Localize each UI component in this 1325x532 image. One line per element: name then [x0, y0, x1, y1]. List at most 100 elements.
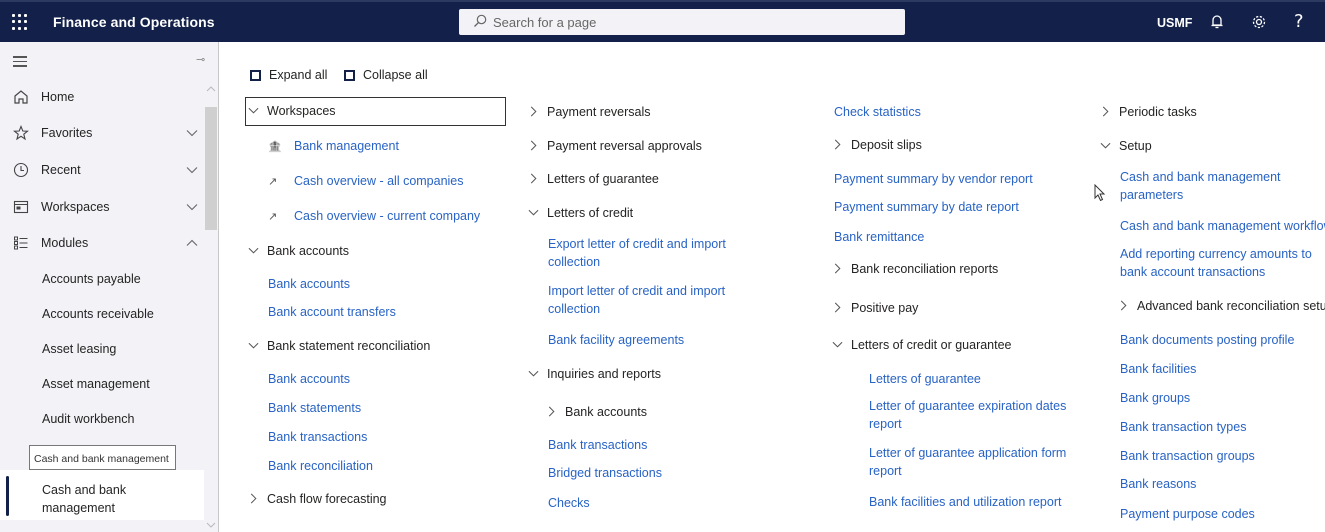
- subgroup-header-advanced-bank-reconciliation-setup[interactable]: Advanced bank reconciliation setup: [1118, 299, 1325, 313]
- chevron-right-icon[interactable]: [528, 173, 539, 184]
- scroll-up-icon[interactable]: [206, 85, 216, 93]
- link-bank-reconciliation[interactable]: Bank reconciliation: [268, 459, 373, 473]
- chevron-down-icon[interactable]: [832, 339, 843, 350]
- search-box[interactable]: [459, 9, 905, 35]
- link-bank-remittance[interactable]: Bank remittance: [834, 230, 924, 244]
- link-check-statistics[interactable]: Check statistics: [834, 105, 921, 119]
- link-bank-account-transfers[interactable]: Bank account transfers: [268, 305, 396, 319]
- chevron-right-icon[interactable]: [832, 139, 843, 150]
- chevron-down-icon[interactable]: [186, 129, 198, 137]
- chevron-right-icon[interactable]: [832, 302, 843, 313]
- workspace-link-bank-management[interactable]: 🏦 Bank management: [268, 139, 399, 153]
- scroll-down-icon[interactable]: [206, 521, 216, 529]
- nav-item-workspaces[interactable]: Workspaces: [0, 192, 204, 222]
- gear-icon[interactable]: [1250, 13, 1268, 31]
- link-bank-accounts[interactable]: Bank accounts: [268, 277, 350, 291]
- chevron-down-icon[interactable]: [186, 203, 198, 211]
- chevron-down-icon[interactable]: [248, 340, 259, 351]
- subgroup-header-deposit-slips[interactable]: Deposit slips: [832, 138, 922, 152]
- link-bank-accounts[interactable]: Bank accounts: [268, 372, 350, 386]
- group-header-payment-reversal-approvals[interactable]: Payment reversal approvals: [528, 139, 702, 153]
- group-header-periodic-tasks[interactable]: Periodic tasks: [1100, 105, 1197, 119]
- chevron-right-icon[interactable]: [832, 263, 843, 274]
- link-letter-of-guarantee-expiration-dates-report[interactable]: Letter of guarantee expiration dates rep…: [869, 397, 1069, 433]
- chevron-right-icon[interactable]: [546, 406, 557, 417]
- link-label: Export letter of credit and import colle…: [548, 237, 726, 269]
- chevron-up-icon[interactable]: [186, 239, 198, 247]
- link-payment-summary-by-vendor-report[interactable]: Payment summary by vendor report: [834, 172, 1033, 186]
- link-bank-transaction-groups[interactable]: Bank transaction groups: [1120, 449, 1255, 463]
- group-header-letters-of-credit[interactable]: Letters of credit: [528, 206, 633, 220]
- link-bank-documents-posting-profile[interactable]: Bank documents posting profile: [1120, 333, 1294, 347]
- link-bank-statements[interactable]: Bank statements: [268, 401, 361, 415]
- group-header-inquiries-and-reports[interactable]: Inquiries and reports: [528, 367, 661, 381]
- chevron-down-icon[interactable]: [528, 207, 539, 218]
- chevron-right-icon[interactable]: [1100, 106, 1111, 117]
- subgroup-header-bank-accounts[interactable]: Bank accounts: [546, 405, 647, 419]
- chevron-right-icon[interactable]: [528, 140, 539, 151]
- link-bank-reasons[interactable]: Bank reasons: [1120, 477, 1196, 491]
- chevron-down-icon[interactable]: [248, 245, 259, 256]
- pin-icon[interactable]: ⊸: [196, 53, 205, 66]
- link-import-letter-of-credit-and-import-collection[interactable]: Import letter of credit and import colle…: [548, 282, 728, 318]
- chevron-right-icon[interactable]: [248, 493, 259, 504]
- chevron-right-icon[interactable]: [528, 106, 539, 117]
- link-bank-transactions[interactable]: Bank transactions: [268, 430, 367, 444]
- chevron-down-icon[interactable]: [186, 166, 198, 174]
- scroll-thumb[interactable]: [205, 107, 217, 230]
- expand-all-button[interactable]: Expand all: [250, 68, 327, 82]
- nav-item-recent[interactable]: Recent: [0, 155, 204, 185]
- link-bank-transaction-types[interactable]: Bank transaction types: [1120, 420, 1246, 434]
- group-header-letters-of-guarantee[interactable]: Letters of guarantee: [528, 172, 659, 186]
- chevron-right-icon[interactable]: [1118, 300, 1129, 311]
- subgroup-header-bank-reconciliation-reports[interactable]: Bank reconciliation reports: [832, 262, 998, 276]
- nav-item-home[interactable]: Home: [0, 82, 204, 112]
- nav-scrollbar[interactable]: [204, 77, 218, 532]
- workspace-link-cash-overview-current-company[interactable]: ↗ Cash overview - current company: [268, 209, 480, 223]
- link-payment-summary-by-date-report[interactable]: Payment summary by date report: [834, 200, 1019, 214]
- group-header-setup[interactable]: Setup: [1100, 139, 1152, 153]
- link-payment-purpose-codes[interactable]: Payment purpose codes: [1120, 507, 1255, 521]
- link-bank-groups[interactable]: Bank groups: [1120, 391, 1190, 405]
- group-header-workspaces[interactable]: Workspaces: [248, 104, 336, 118]
- module-accounts-payable[interactable]: Accounts payable: [42, 272, 141, 286]
- link-bank-facility-agreements[interactable]: Bank facility agreements: [548, 333, 684, 347]
- link-cash-and-bank-management-parameters[interactable]: Cash and bank management parameters: [1120, 168, 1315, 204]
- link-add-reporting-currency-amounts-to-bank-account-transactions[interactable]: Add reporting currency amounts to bank a…: [1120, 245, 1315, 281]
- module-accounts-receivable[interactable]: Accounts receivable: [42, 307, 154, 321]
- module-cash-and-bank-management[interactable]: Cash and bank management: [0, 470, 204, 520]
- link-export-letter-of-credit-and-import-collection[interactable]: Export letter of credit and import colle…: [548, 235, 728, 271]
- chevron-down-icon[interactable]: [528, 368, 539, 379]
- company-picker[interactable]: USMF: [1157, 16, 1192, 30]
- group-header-cash-flow-forecasting[interactable]: Cash flow forecasting: [248, 492, 387, 506]
- app-title[interactable]: Finance and Operations: [53, 14, 215, 30]
- link-bank-facilities[interactable]: Bank facilities: [1120, 362, 1196, 376]
- module-audit-workbench[interactable]: Audit workbench: [42, 412, 134, 426]
- link-checks[interactable]: Checks: [548, 496, 590, 510]
- link-letter-of-guarantee-application-form-report[interactable]: Letter of guarantee application form rep…: [869, 444, 1069, 480]
- chevron-down-icon[interactable]: [1100, 140, 1111, 151]
- workspace-link-cash-overview-all-companies[interactable]: ↗ Cash overview - all companies: [268, 174, 464, 188]
- nav-item-favorites[interactable]: Favorites: [0, 118, 204, 148]
- group-header-bank-accounts[interactable]: Bank accounts: [248, 244, 349, 258]
- nav-item-modules[interactable]: Modules: [0, 228, 204, 258]
- help-icon[interactable]: ?: [1294, 11, 1312, 32]
- hamburger-menu-icon[interactable]: [13, 56, 27, 70]
- subgroup-header-positive-pay[interactable]: Positive pay: [832, 301, 918, 315]
- group-header-payment-reversals[interactable]: Payment reversals: [528, 105, 651, 119]
- link-cash-and-bank-management-workflows[interactable]: Cash and bank management workflows: [1120, 219, 1325, 233]
- link-letters-of-guarantee[interactable]: Letters of guarantee: [869, 372, 981, 386]
- nav-item-label: Modules: [41, 236, 89, 250]
- link-bank-facilities-and-utilization-report[interactable]: Bank facilities and utilization report: [869, 495, 1061, 509]
- chevron-down-icon[interactable]: [248, 105, 259, 116]
- module-asset-leasing[interactable]: Asset leasing: [42, 342, 116, 356]
- bell-icon[interactable]: [1208, 13, 1226, 31]
- search-input[interactable]: [493, 12, 893, 32]
- group-header-bank-statement-reconciliation[interactable]: Bank statement reconciliation: [248, 339, 430, 353]
- module-asset-management[interactable]: Asset management: [42, 377, 150, 391]
- subgroup-header-letters-of-credit-or-guarantee[interactable]: Letters of credit or guarantee: [832, 338, 1012, 352]
- link-bridged-transactions[interactable]: Bridged transactions: [548, 466, 662, 480]
- waffle-icon[interactable]: [12, 14, 28, 30]
- link-bank-transactions[interactable]: Bank transactions: [548, 438, 647, 452]
- collapse-all-button[interactable]: Collapse all: [344, 68, 428, 82]
